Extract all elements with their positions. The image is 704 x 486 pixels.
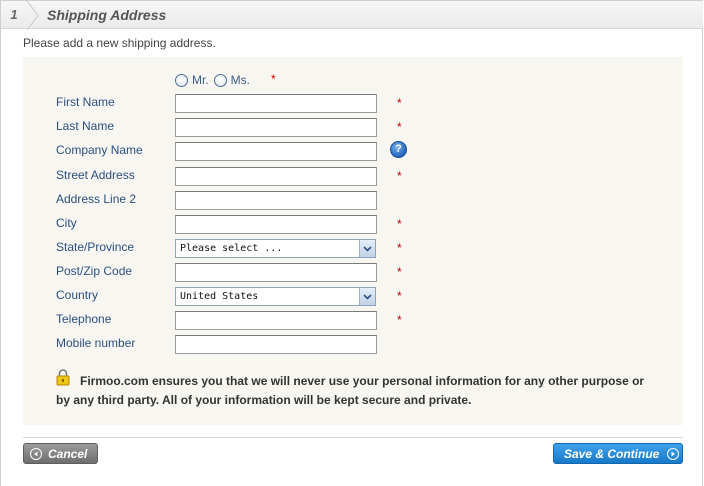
post-zip-input[interactable]: [175, 263, 377, 282]
first-name-label: First Name: [56, 95, 115, 109]
state-province-select[interactable]: Please select ...: [175, 239, 376, 258]
shipping-address-panel: 1 Shipping Address Please add a new ship…: [0, 0, 703, 486]
address-form: Mr. Ms. * First Name * Last Name * Compa…: [23, 57, 683, 425]
required-mark: *: [397, 217, 402, 231]
telephone-label: Telephone: [56, 312, 112, 326]
cancel-label: Cancel: [48, 446, 88, 461]
street-address-input[interactable]: [175, 167, 377, 186]
country-label: Country: [56, 288, 99, 302]
telephone-input[interactable]: [175, 311, 377, 330]
first-name-input[interactable]: [175, 94, 377, 113]
ms-label: Ms.: [230, 73, 251, 87]
intro-text: Please add a new shipping address.: [23, 36, 216, 50]
mr-radio[interactable]: [175, 73, 188, 87]
country-value: United States: [180, 291, 259, 302]
required-mark: *: [397, 120, 402, 134]
address-line-2-input[interactable]: [175, 191, 377, 210]
mr-label: Mr.: [192, 73, 209, 87]
address-line-2-label: Address Line 2: [56, 192, 137, 206]
salutation-group: Mr. Ms.: [175, 72, 255, 88]
save-continue-label: Save & Continue: [564, 446, 660, 461]
mobile-number-input[interactable]: [175, 335, 377, 354]
city-input[interactable]: [175, 215, 377, 234]
chevron-down-icon[interactable]: [359, 240, 375, 257]
required-mark: *: [397, 241, 402, 255]
required-mark: *: [397, 289, 402, 303]
save-continue-button[interactable]: Save & Continue: [553, 443, 683, 464]
company-name-input[interactable]: [175, 142, 377, 161]
back-arrow-icon: [30, 447, 42, 460]
last-name-input[interactable]: [175, 118, 377, 137]
salutation-required-mark: *: [271, 72, 276, 86]
country-select[interactable]: United States: [175, 287, 376, 306]
ms-radio[interactable]: [213, 73, 227, 87]
state-province-value: Please select ...: [180, 243, 283, 254]
last-name-label: Last Name: [56, 119, 115, 133]
mobile-number-label: Mobile number: [56, 336, 136, 350]
divider: [23, 437, 683, 438]
required-mark: *: [397, 169, 402, 183]
help-icon[interactable]: ?: [390, 141, 407, 158]
required-mark: *: [397, 313, 402, 327]
required-mark: *: [397, 96, 402, 110]
security-notice: Firmoo.com ensures you that we will neve…: [56, 374, 645, 407]
required-mark: *: [397, 265, 402, 279]
post-zip-label: Post/Zip Code: [56, 264, 133, 278]
step-number: 1: [10, 7, 18, 22]
forward-arrow-icon: [667, 447, 680, 460]
section-title: Shipping Address: [47, 7, 167, 23]
street-address-label: Street Address: [56, 168, 135, 182]
cancel-button[interactable]: Cancel: [23, 443, 98, 464]
company-name-label: Company Name: [56, 143, 143, 157]
city-label: City: [56, 216, 77, 230]
step-header: 1 Shipping Address: [1, 0, 703, 30]
chevron-down-icon[interactable]: [359, 288, 375, 305]
state-province-label: State/Province: [56, 240, 135, 254]
step-separator-chevron-icon: [26, 1, 39, 30]
